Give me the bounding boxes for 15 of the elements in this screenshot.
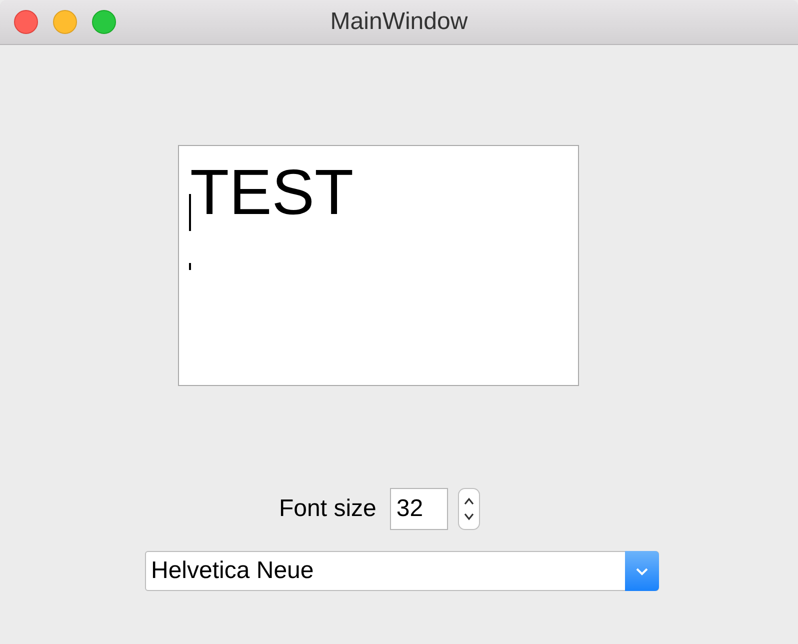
dropdown-button[interactable] bbox=[625, 551, 659, 591]
font-size-label: Font size bbox=[279, 495, 376, 523]
text-cursor bbox=[189, 194, 191, 231]
window-title: MainWindow bbox=[330, 8, 468, 36]
stepper[interactable] bbox=[458, 488, 480, 530]
font-combo-box[interactable]: Helvetica Neue bbox=[145, 551, 659, 591]
font-size-field[interactable]: 32 bbox=[390, 488, 448, 530]
zoom-button[interactable] bbox=[92, 10, 116, 34]
editor-text: TEST bbox=[190, 160, 354, 224]
up-down-icon bbox=[464, 496, 474, 522]
close-button[interactable] bbox=[14, 10, 38, 34]
chevron-down-icon bbox=[635, 566, 649, 576]
minimize-button[interactable] bbox=[53, 10, 77, 34]
text-cursor bbox=[189, 263, 191, 270]
text-editor[interactable]: TEST bbox=[178, 145, 579, 386]
